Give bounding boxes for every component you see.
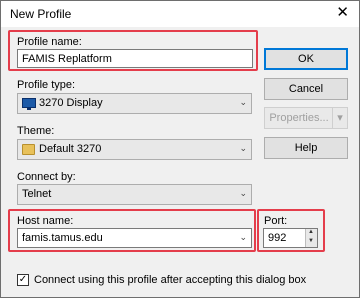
properties-label: Properties... — [269, 112, 329, 124]
connect-by-select[interactable]: Telnet ⌄ — [17, 184, 252, 205]
profile-type-value: 3270 Display — [39, 97, 103, 109]
theme-select[interactable]: Default 3270 ⌄ — [17, 139, 252, 160]
chevron-down-icon: ⌄ — [239, 143, 247, 153]
properties-button: Properties... ▾ — [264, 107, 348, 129]
profile-name-value: FAMIS Replatform — [22, 53, 112, 65]
port-value: 992 — [268, 232, 287, 244]
spin-up-icon[interactable]: ▲ — [308, 229, 314, 235]
profile-type-select[interactable]: 3270 Display ⌄ — [17, 93, 252, 114]
connect-by-label: Connect by: — [17, 171, 76, 183]
folder-icon — [22, 144, 35, 155]
host-name-input[interactable]: famis.tamus.edu ⌄ — [17, 228, 252, 248]
chevron-down-icon[interactable]: ⌄ — [239, 232, 247, 243]
profile-name-input[interactable]: FAMIS Replatform — [17, 49, 253, 68]
dialog-title: New Profile — [10, 7, 72, 21]
chevron-down-icon: ⌄ — [239, 188, 247, 198]
monitor-icon — [22, 98, 36, 110]
new-profile-dialog: New Profile ✕ Profile name: FAMIS Replat… — [0, 0, 360, 298]
check-icon: ✓ — [18, 274, 28, 285]
theme-value: Default 3270 — [39, 143, 102, 155]
host-name-value: famis.tamus.edu — [22, 232, 103, 244]
port-label: Port: — [264, 215, 288, 227]
connect-by-value: Telnet — [22, 188, 52, 200]
host-name-label: Host name: — [17, 215, 74, 227]
connect-checkbox-label[interactable]: Connect using this profile after accepti… — [34, 274, 306, 286]
spin-down-icon[interactable]: ▼ — [308, 238, 314, 244]
ok-button[interactable]: OK — [264, 48, 348, 70]
theme-label: Theme: — [17, 125, 55, 137]
profile-type-label: Profile type: — [17, 79, 76, 91]
close-icon[interactable]: ✕ — [336, 4, 349, 22]
port-input[interactable]: 992 ▲ ▼ — [263, 228, 318, 248]
chevron-down-icon: ⌄ — [239, 97, 247, 107]
title-bar: New Profile ✕ — [1, 1, 359, 27]
profile-name-label: Profile name: — [17, 36, 82, 48]
connect-checkbox[interactable]: ✓ — [17, 274, 29, 286]
help-button[interactable]: Help — [264, 137, 348, 159]
dialog-body: Profile name: FAMIS Replatform Profile t… — [1, 27, 359, 297]
chevron-down-icon: ▾ — [332, 108, 347, 128]
port-spinner[interactable]: ▲ ▼ — [305, 229, 317, 247]
cancel-button[interactable]: Cancel — [264, 78, 348, 100]
